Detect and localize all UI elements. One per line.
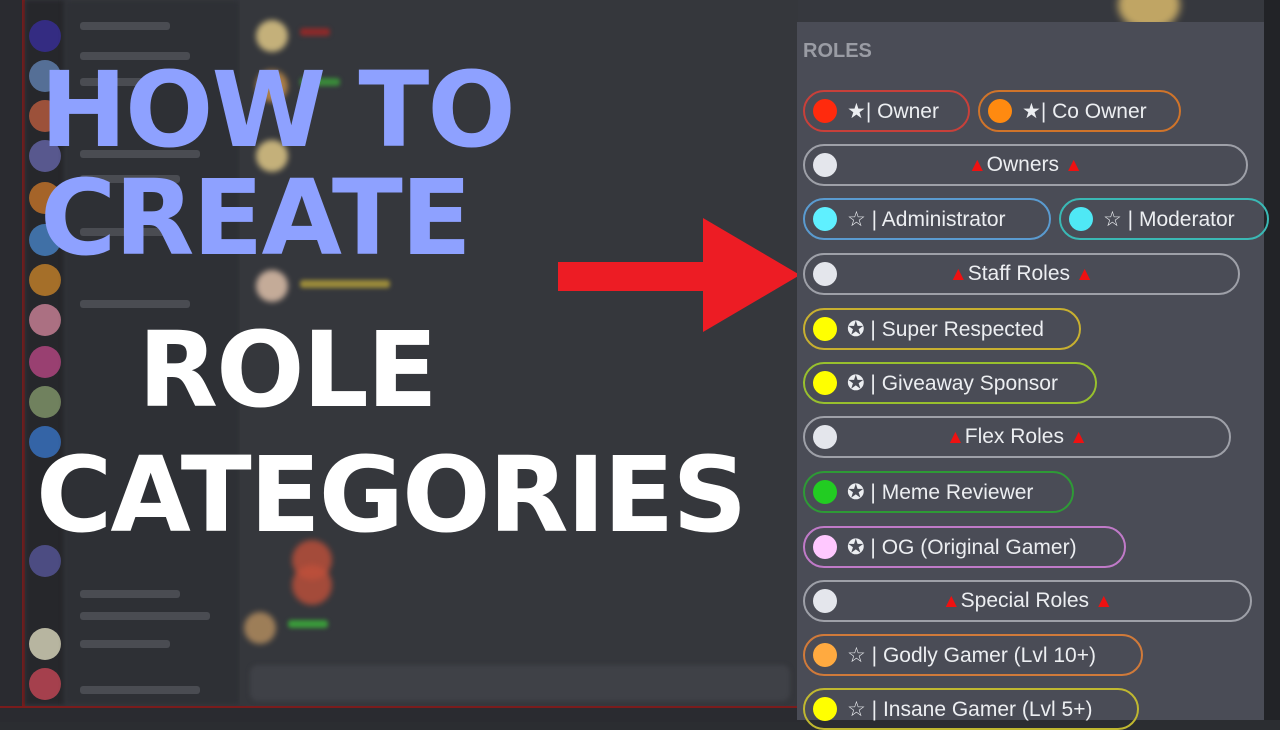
role-pill[interactable]: ☆ | Moderator <box>1059 198 1269 240</box>
server-icon <box>29 304 61 336</box>
role-color-dot <box>813 480 837 504</box>
role-pill[interactable]: ✪ | Giveaway Sponsor <box>803 362 1097 404</box>
role-category-label: ▲Owners ▲ <box>805 153 1246 177</box>
role-color-dot <box>813 99 837 123</box>
role-pill[interactable]: ✪ | Meme Reviewer <box>803 471 1074 513</box>
channel-item <box>80 612 210 620</box>
role-color-dot <box>813 371 837 395</box>
role-name: Flex Roles <box>964 425 1064 448</box>
title-line-3: ROLE <box>138 309 438 431</box>
message-author <box>300 28 330 36</box>
window-edge <box>0 0 25 720</box>
role-name: ✪ | Meme Reviewer <box>847 480 1034 504</box>
role-pill[interactable]: ★| Co Owner <box>978 90 1181 132</box>
title-line-2: CREATE <box>40 157 472 279</box>
user-panel <box>80 686 200 694</box>
role-pill[interactable]: ☆ | Godly Gamer (Lvl 10+) <box>803 634 1143 676</box>
roles-panel: ROLES ★| Owner ★| Co Owner ▲Owners ▲ ☆ | Ad… <box>797 22 1269 730</box>
message-avatar <box>244 612 276 644</box>
title-line-1: HOW TO <box>40 49 516 171</box>
server-icon <box>29 20 61 52</box>
server-icon <box>29 628 61 660</box>
red-triangle-icon: ▲ <box>948 264 968 285</box>
red-arrow-icon <box>558 218 800 332</box>
red-triangle-icon: ▲ <box>967 155 987 176</box>
role-category-divider[interactable]: ▲Staff Roles ▲ <box>803 253 1240 295</box>
red-triangle-icon: ▲ <box>1070 264 1095 285</box>
red-triangle-icon: ▲ <box>1063 427 1089 448</box>
red-triangle-icon: ▲ <box>1059 155 1084 176</box>
role-color-dot <box>813 317 837 341</box>
role-color-dot <box>988 99 1012 123</box>
role-name: ☆ | Administrator <box>847 207 1006 231</box>
role-name: ✪ | Super Respected <box>847 317 1044 341</box>
channel-item <box>80 300 190 308</box>
server-icon <box>29 386 61 418</box>
role-pill[interactable]: ✪ | OG (Original Gamer) <box>803 526 1126 568</box>
message-author <box>288 620 328 628</box>
role-color-dot <box>813 207 837 231</box>
role-pill[interactable]: ★| Owner <box>803 90 970 132</box>
role-name: ☆ | Insane Gamer (Lvl 5+) <box>847 697 1093 721</box>
role-name: Special Roles <box>960 589 1090 612</box>
role-category-divider[interactable]: ▲Owners ▲ <box>803 144 1248 186</box>
role-name: ✪ | OG (Original Gamer) <box>847 535 1077 559</box>
role-category-divider[interactable]: ▲Special Roles ▲ <box>803 580 1252 622</box>
role-pill[interactable]: ✪ | Super Respected <box>803 308 1081 350</box>
role-category-divider[interactable]: ▲Flex Roles ▲ <box>803 416 1231 458</box>
role-name: ★| Owner <box>847 99 939 123</box>
channel-item <box>80 640 170 648</box>
role-color-dot <box>813 535 837 559</box>
title-line-4: CATEGORIES <box>36 434 747 556</box>
role-category-label: ▲Flex Roles ▲ <box>805 425 1229 449</box>
role-name: ✪ | Giveaway Sponsor <box>847 371 1058 395</box>
role-name: Owners <box>986 153 1060 176</box>
channel-item <box>80 22 170 30</box>
red-triangle-icon: ▲ <box>945 427 965 448</box>
role-pill[interactable]: ☆ | Administrator <box>803 198 1051 240</box>
role-color-dot <box>813 697 837 721</box>
role-color-dot <box>813 643 837 667</box>
member-list-edge <box>1264 0 1280 720</box>
role-name: ☆ | Moderator <box>1103 207 1235 231</box>
red-triangle-icon: ▲ <box>941 591 961 612</box>
server-icon <box>29 346 61 378</box>
message-input <box>250 665 790 701</box>
role-category-label: ▲Staff Roles ▲ <box>805 262 1238 286</box>
message-emoji <box>292 565 332 605</box>
role-color-dot <box>1069 207 1093 231</box>
channel-item <box>80 590 180 598</box>
message-author <box>300 280 390 288</box>
role-category-label: ▲Special Roles ▲ <box>805 589 1250 613</box>
message-avatar <box>256 20 288 52</box>
role-pill[interactable]: ☆ | Insane Gamer (Lvl 5+) <box>803 688 1139 730</box>
role-name: ★| Co Owner <box>1022 99 1147 123</box>
server-icon <box>29 668 61 700</box>
roles-heading: ROLES <box>803 40 872 62</box>
red-triangle-icon: ▲ <box>1089 591 1114 612</box>
role-name: Staff Roles <box>967 262 1071 285</box>
role-name: ☆ | Godly Gamer (Lvl 10+) <box>847 643 1096 667</box>
